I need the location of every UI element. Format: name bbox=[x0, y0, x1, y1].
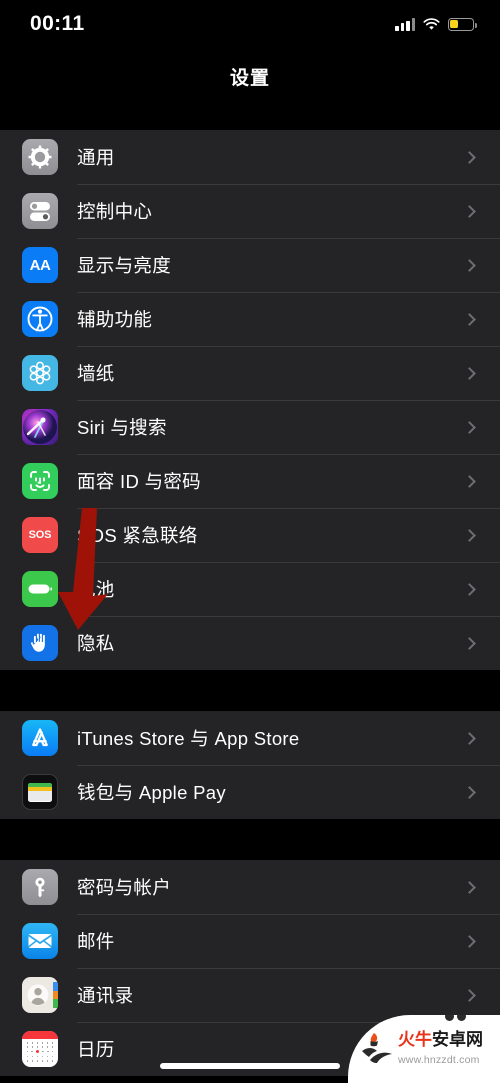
privacy-hand-icon bbox=[22, 625, 58, 661]
watermark-url: www.hnzzdt.com bbox=[398, 1054, 480, 1066]
row-contacts[interactable]: 通讯录 bbox=[0, 968, 500, 1022]
status-bar-clock: 00:11 bbox=[30, 12, 85, 35]
siri-icon bbox=[22, 409, 58, 445]
row-control-center[interactable]: 控制中心 bbox=[0, 184, 500, 238]
contacts-tab-strip bbox=[53, 982, 58, 1008]
chevron-right-icon bbox=[463, 258, 476, 272]
chevron-right-icon bbox=[463, 731, 476, 745]
row-mail[interactable]: 邮件 bbox=[0, 914, 500, 968]
row-privacy[interactable]: 隐私 bbox=[0, 616, 500, 670]
row-label: SOS 紧急联络 bbox=[77, 525, 198, 546]
chevron-right-icon bbox=[463, 312, 476, 326]
row-label: 辅助功能 bbox=[77, 309, 153, 330]
panda-ears-icon bbox=[445, 1015, 466, 1021]
status-bar: 00:11 bbox=[0, 0, 500, 48]
display-aa-icon: AA bbox=[22, 247, 58, 283]
row-label: 墙纸 bbox=[77, 363, 115, 384]
row-label: iTunes Store 与 App Store bbox=[77, 728, 300, 749]
settings-group-1: 通用 控制中心 AA 显示与亮度 辅助功能 墙纸 Siri 与搜索 面容 ID … bbox=[0, 130, 500, 670]
watermark-brand-black: 安卓网 bbox=[432, 1030, 483, 1049]
section-gap bbox=[0, 819, 500, 860]
cellular-signal-icon bbox=[395, 17, 415, 31]
battery-low-power-icon bbox=[448, 17, 477, 31]
row-itunes-app-store[interactable]: iTunes Store 与 App Store bbox=[0, 711, 500, 765]
row-label: 通用 bbox=[77, 147, 115, 168]
face-id-icon bbox=[22, 463, 58, 499]
row-siri-search[interactable]: Siri 与搜索 bbox=[0, 400, 500, 454]
row-label: 电池 bbox=[77, 579, 115, 600]
chevron-right-icon bbox=[463, 366, 476, 380]
row-label: 通讯录 bbox=[77, 985, 134, 1006]
row-label: 隐私 bbox=[77, 633, 115, 654]
row-label: 日历 bbox=[77, 1039, 115, 1060]
watermark-brand-red: 火牛 bbox=[398, 1030, 432, 1049]
chevron-right-icon bbox=[463, 636, 476, 650]
chevron-right-icon bbox=[463, 420, 476, 434]
row-wallet-apple-pay[interactable]: 钱包与 Apple Pay bbox=[0, 765, 500, 819]
row-label: 控制中心 bbox=[77, 201, 153, 222]
row-general[interactable]: 通用 bbox=[0, 130, 500, 184]
control-center-icon bbox=[22, 193, 58, 229]
row-label: 钱包与 Apple Pay bbox=[77, 782, 226, 803]
row-label: 邮件 bbox=[77, 931, 115, 952]
battery-icon bbox=[22, 571, 58, 607]
home-indicator[interactable] bbox=[160, 1063, 340, 1069]
chevron-right-icon bbox=[463, 150, 476, 164]
settings-screen: 00:11 设置 通用 控制中心 AA 显示与亮度 辅助功能 墙纸 Siri 与… bbox=[0, 0, 500, 1083]
accessibility-icon bbox=[22, 301, 58, 337]
row-label: 面容 ID 与密码 bbox=[77, 471, 201, 492]
key-icon bbox=[22, 869, 58, 905]
calendar-icon bbox=[22, 1031, 58, 1067]
sos-icon: SOS bbox=[22, 517, 58, 553]
mail-icon bbox=[22, 923, 58, 959]
row-label: 显示与亮度 bbox=[77, 255, 172, 276]
wallpaper-icon bbox=[22, 355, 58, 391]
row-label: 密码与帐户 bbox=[77, 877, 172, 898]
row-label: Siri 与搜索 bbox=[77, 417, 167, 438]
chevron-right-icon bbox=[463, 528, 476, 542]
chevron-right-icon bbox=[463, 988, 476, 1002]
wifi-icon bbox=[423, 17, 440, 31]
status-bar-indicators bbox=[395, 17, 477, 31]
navigation-bar: 设置 bbox=[0, 48, 500, 105]
watermark-text: 火牛安卓网 www.hnzzdt.com bbox=[398, 1030, 500, 1068]
row-passwords-accounts[interactable]: 密码与帐户 bbox=[0, 860, 500, 914]
row-display-brightness[interactable]: AA 显示与亮度 bbox=[0, 238, 500, 292]
section-gap bbox=[0, 105, 500, 130]
chevron-right-icon bbox=[463, 474, 476, 488]
row-accessibility[interactable]: 辅助功能 bbox=[0, 292, 500, 346]
page-title: 设置 bbox=[229, 68, 270, 89]
section-gap bbox=[0, 670, 500, 711]
contacts-icon bbox=[22, 977, 58, 1013]
chevron-right-icon bbox=[463, 582, 476, 596]
wallet-icon bbox=[22, 774, 58, 810]
chevron-right-icon bbox=[463, 785, 476, 799]
app-store-icon bbox=[22, 720, 58, 756]
chevron-right-icon bbox=[463, 880, 476, 894]
gear-icon bbox=[22, 139, 58, 175]
chevron-right-icon bbox=[463, 934, 476, 948]
settings-group-2: iTunes Store 与 App Store 钱包与 Apple Pay bbox=[0, 711, 500, 819]
row-battery[interactable]: 电池 bbox=[0, 562, 500, 616]
panda-torch-logo bbox=[356, 1027, 396, 1071]
row-wallpaper[interactable]: 墙纸 bbox=[0, 346, 500, 400]
chevron-right-icon bbox=[463, 204, 476, 218]
row-emergency-sos[interactable]: SOS SOS 紧急联络 bbox=[0, 508, 500, 562]
row-face-id-passcode[interactable]: 面容 ID 与密码 bbox=[0, 454, 500, 508]
